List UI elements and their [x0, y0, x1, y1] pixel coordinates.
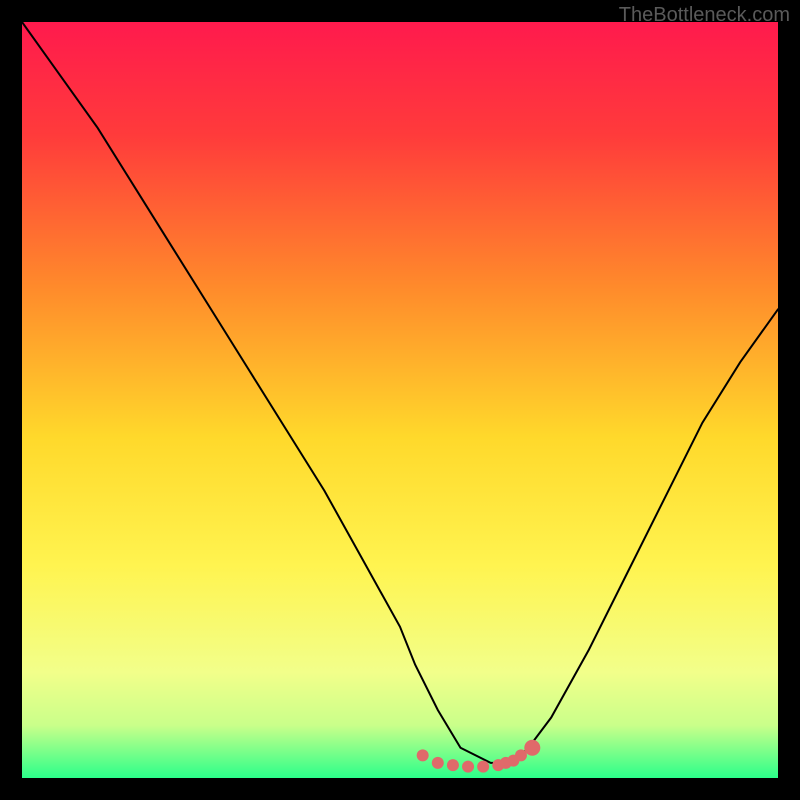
chart-plot-area — [22, 22, 778, 778]
point-marker-dot — [524, 740, 540, 756]
point-basin-dots — [417, 749, 429, 761]
point-basin-dots — [515, 749, 527, 761]
point-basin-dots — [477, 761, 489, 773]
chart-background-gradient — [22, 22, 778, 778]
chart-svg — [22, 22, 778, 778]
point-basin-dots — [432, 757, 444, 769]
watermark-text: TheBottleneck.com — [619, 4, 790, 27]
point-basin-dots — [462, 761, 474, 773]
point-basin-dots — [447, 759, 459, 771]
